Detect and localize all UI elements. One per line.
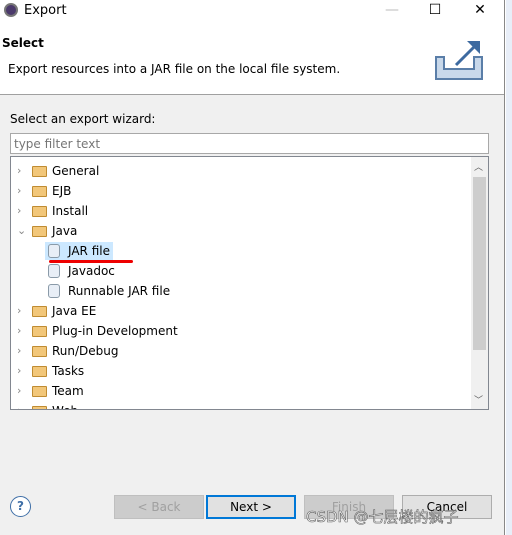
chevron-right-icon[interactable]: › (17, 361, 27, 381)
export-icon (435, 41, 483, 80)
desktop-background (506, 0, 512, 535)
chevron-right-icon[interactable]: › (17, 201, 27, 221)
folder-icon (32, 306, 47, 317)
tree-item-label: Team (52, 384, 84, 398)
folder-icon (32, 206, 47, 217)
tree-item-label: Plug-in Development (52, 324, 178, 338)
tree-item-label: Run/Debug (52, 344, 119, 358)
next-button[interactable]: Next > (206, 495, 296, 519)
folder-icon (32, 166, 47, 177)
tree-item-category[interactable]: › Install (11, 201, 471, 221)
watermark: CSDN @七层楼的疯子 (306, 508, 459, 527)
folder-icon (32, 386, 47, 397)
filter-input[interactable] (10, 133, 489, 154)
wizard-header: Select Export resources into a JAR file … (0, 22, 504, 95)
tree-item-category[interactable]: › Team (11, 381, 471, 401)
tree-item-label: JAR file (68, 244, 110, 258)
page-description: Export resources into a JAR file on the … (8, 62, 341, 76)
tree-item-label: General (52, 164, 100, 178)
tree-item-label: Tasks (52, 364, 85, 378)
tree-item-wizard[interactable]: Runnable JAR file (11, 281, 471, 301)
folder-icon (32, 366, 47, 377)
chevron-right-icon[interactable]: › (17, 321, 27, 341)
wizard-label: Select an export wizard: (10, 112, 156, 126)
wizard-tree[interactable]: › General › EJB › Install ⌄ Java JAR file Javadoc… (10, 156, 489, 410)
export-dialog: Export — ☐ ✕ Select Export resources int… (0, 0, 505, 535)
chevron-right-icon[interactable]: › (17, 381, 27, 401)
javadoc-icon (48, 264, 60, 278)
title-bar: Export — ☐ ✕ (0, 0, 504, 22)
tree-item-category[interactable]: › General (11, 161, 471, 181)
scroll-up-icon[interactable]: ︿ (474, 160, 483, 173)
red-annotation-underline (49, 260, 133, 263)
scrollbar-thumb[interactable] (473, 177, 486, 350)
folder-icon (32, 226, 47, 237)
folder-icon (32, 326, 47, 337)
tree-item-label: Install (52, 204, 89, 218)
tree-item-wizard[interactable]: Javadoc (11, 261, 471, 281)
tree-item-category[interactable]: › Java EE (11, 301, 471, 321)
vertical-scrollbar[interactable]: ︿ ﹀ (471, 157, 488, 409)
tree-item-label: Runnable JAR file (68, 284, 171, 298)
tree-item-label: Javadoc (68, 264, 115, 278)
scroll-down-icon[interactable]: ﹀ (474, 393, 483, 406)
close-button[interactable]: ✕ (460, 0, 500, 22)
window-title: Export (24, 3, 67, 18)
tree-item-label: EJB (52, 184, 72, 198)
eclipse-icon (4, 3, 18, 17)
tree-item-category[interactable]: ⌄ Java (11, 221, 471, 241)
folder-icon (32, 346, 47, 357)
tree-item-label: Java EE (52, 304, 97, 318)
chevron-right-icon[interactable]: › (17, 401, 27, 409)
tree-item-category[interactable]: › Tasks (11, 361, 471, 381)
chevron-down-icon[interactable]: ⌄ (17, 221, 27, 241)
tree-item-label: Java (52, 224, 78, 238)
tree-item-category[interactable]: › Plug-in Development (11, 321, 471, 341)
jar-icon (48, 284, 60, 298)
minimize-button[interactable]: — (372, 0, 412, 22)
tree-item-label: Web (52, 401, 78, 409)
chevron-right-icon[interactable]: › (17, 181, 27, 201)
folder-icon (32, 186, 47, 197)
chevron-right-icon[interactable]: › (17, 341, 27, 361)
tree-item-category[interactable]: › Web (11, 401, 471, 409)
maximize-button[interactable]: ☐ (415, 0, 455, 22)
page-title: Select (2, 36, 44, 50)
jar-icon (48, 244, 60, 258)
tree-item-wizard[interactable]: JAR file (11, 241, 471, 261)
help-button[interactable]: ? (10, 496, 31, 517)
tree-item-category[interactable]: › Run/Debug (11, 341, 471, 361)
tree-item-category[interactable]: › EJB (11, 181, 471, 201)
chevron-right-icon[interactable]: › (17, 161, 27, 181)
folder-icon (32, 406, 47, 409)
back-button[interactable]: < Back (114, 495, 204, 519)
chevron-right-icon[interactable]: › (17, 301, 27, 321)
